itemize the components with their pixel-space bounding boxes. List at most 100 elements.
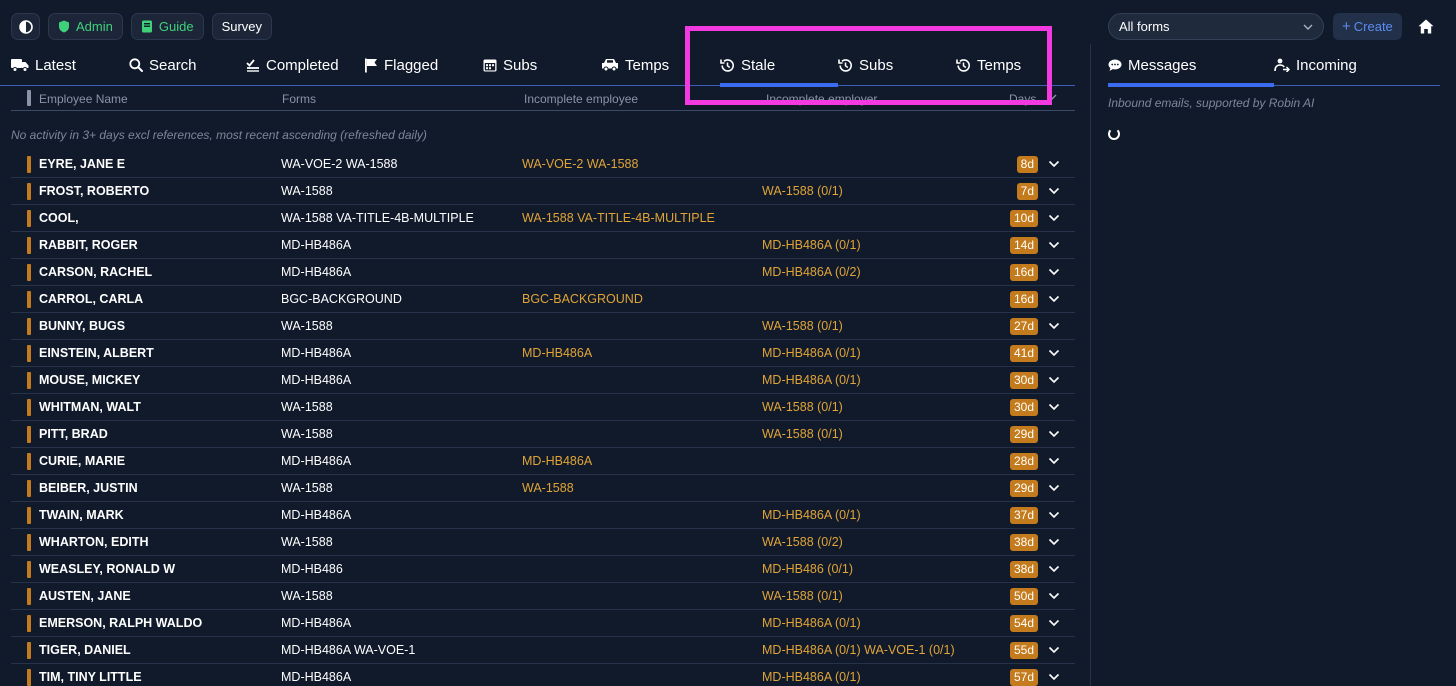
forms-cell: MD-HB486 [281, 562, 343, 576]
incoming-icon [1274, 58, 1290, 72]
expand-chevron-icon[interactable] [1047, 670, 1061, 684]
row-status-bar [27, 372, 31, 389]
expand-chevron-icon[interactable] [1047, 265, 1061, 279]
table-row[interactable]: MOUSE, MICKEY MD-HB486A MD-HB486A (0/1) 30d [11, 367, 1075, 394]
column-header-incomplete-employee[interactable]: Incomplete employee [524, 92, 638, 106]
tab-label: Subs [503, 56, 538, 74]
sort-chevron-icon[interactable] [1047, 94, 1057, 101]
days-badge: 30d [1009, 372, 1038, 389]
table-row[interactable]: BEIBER, JUSTIN WA-1588 WA-1588 29d [11, 475, 1075, 502]
incomplete-employee-cell: MD-HB486A [522, 454, 593, 468]
theme-toggle-button[interactable] [11, 13, 40, 40]
expand-chevron-icon[interactable] [1047, 292, 1061, 306]
history-icon [838, 58, 852, 72]
table-row[interactable]: EMERSON, RALPH WALDO MD-HB486A MD-HB486A (… [11, 610, 1075, 637]
employee-name: TWAIN, MARK [39, 508, 124, 522]
expand-chevron-icon[interactable] [1047, 373, 1061, 387]
incomplete-employer-cell: MD-HB486A (0/1) [762, 508, 861, 522]
table-row[interactable]: WHITMAN, WALT WA-1588 WA-1588 (0/1) 30d [11, 394, 1075, 421]
employee-name: FROST, ROBERTO [39, 184, 150, 198]
column-header-incomplete-employer[interactable]: Incomplete employer [766, 92, 877, 106]
tab-search[interactable]: Search [129, 44, 197, 86]
employee-name: BEIBER, JUSTIN [39, 481, 138, 495]
expand-chevron-icon[interactable] [1047, 184, 1061, 198]
chat-icon [1108, 59, 1122, 71]
guide-button[interactable]: Guide [130, 13, 204, 40]
column-header-forms[interactable]: Forms [282, 92, 316, 106]
expand-chevron-icon[interactable] [1047, 238, 1061, 252]
incomplete-employee-cell: BGC-BACKGROUND [522, 292, 643, 306]
table-row[interactable]: TIGER, DANIEL MD-HB486A WA-VOE-1 MD-HB486A… [11, 637, 1075, 664]
chevron-down-icon [1303, 24, 1313, 30]
incomplete-employer-cell: MD-HB486A (0/1) WA-VOE-1 (0/1) [762, 643, 955, 657]
expand-chevron-icon[interactable] [1047, 643, 1061, 657]
table-row[interactable]: CARROL, CARLA BGC-BACKGROUND BGC-BACKGROUN… [11, 286, 1075, 313]
tab-temps[interactable]: Temps [601, 44, 669, 86]
row-status-bar [27, 453, 31, 470]
employee-name: TIGER, DANIEL [39, 643, 131, 657]
form-filter-select[interactable]: All forms [1108, 13, 1324, 40]
tab-latest[interactable]: Latest [11, 44, 76, 86]
table-row[interactable]: BUNNY, BUGS WA-1588 WA-1588 (0/1) 27d [11, 313, 1075, 340]
book-icon [141, 20, 152, 33]
table-row[interactable]: TIM, TINY LITTLE MD-HB486A MD-HB486A (0/1)… [11, 664, 1075, 686]
employee-name: EINSTEIN, ALBERT [39, 346, 154, 360]
tab-flagged[interactable]: Flagged [364, 44, 438, 86]
admin-button[interactable]: Admin [48, 13, 123, 40]
expand-chevron-icon[interactable] [1047, 454, 1061, 468]
employee-table-body: EYRE, JANE E WA-VOE-2 WA-1588 WA-VOE-2 WA-… [11, 151, 1075, 686]
days-badge: 30d [1009, 399, 1038, 416]
tab-label: Subs [859, 56, 894, 74]
expand-chevron-icon[interactable] [1047, 157, 1061, 171]
tab-incoming[interactable]: Incoming [1274, 44, 1357, 86]
table-row[interactable]: TWAIN, MARK MD-HB486A MD-HB486A (0/1) 37d [11, 502, 1075, 529]
expand-chevron-icon[interactable] [1047, 508, 1061, 522]
expand-chevron-icon[interactable] [1047, 211, 1061, 225]
survey-button[interactable]: Survey [211, 13, 273, 40]
top-toolbar: Admin Guide Survey [11, 13, 273, 40]
column-header-employee-name[interactable]: Employee Name [39, 92, 128, 106]
row-status-bar [27, 588, 31, 605]
table-row[interactable]: CARSON, RACHEL MD-HB486A MD-HB486A (0/2) 16… [11, 259, 1075, 286]
tab-stale-subs[interactable]: Subs [838, 44, 893, 86]
employee-name: WHITMAN, WALT [39, 400, 141, 414]
expand-chevron-icon[interactable] [1047, 616, 1061, 630]
row-status-bar [27, 318, 31, 335]
expand-chevron-icon[interactable] [1047, 481, 1061, 495]
table-row[interactable]: CURIE, MARIE MD-HB486A MD-HB486A 28d [11, 448, 1075, 475]
tab-stale-temps[interactable]: Temps [956, 44, 1021, 86]
column-header-days[interactable]: Days [1009, 92, 1036, 106]
days-badge: 37d [1009, 507, 1038, 524]
incomplete-employer-cell: MD-HB486A (0/1) [762, 238, 861, 252]
home-button[interactable] [1415, 16, 1437, 38]
table-row[interactable]: AUSTEN, JANE WA-1588 WA-1588 (0/1) 50d [11, 583, 1075, 610]
tab-stale[interactable]: Stale [720, 44, 839, 87]
table-row[interactable]: EYRE, JANE E WA-VOE-2 WA-1588 WA-VOE-2 WA-… [11, 151, 1075, 178]
days-badge: 29d [1009, 426, 1038, 443]
expand-chevron-icon[interactable] [1047, 319, 1061, 333]
loading-spinner-icon [1108, 128, 1120, 140]
tab-messages[interactable]: Messages [1108, 44, 1275, 87]
tab-completed[interactable]: Completed [246, 44, 339, 86]
table-row[interactable]: EINSTEIN, ALBERT MD-HB486A MD-HB486A MD-HB4… [11, 340, 1075, 367]
row-status-bar [27, 399, 31, 416]
expand-chevron-icon[interactable] [1047, 562, 1061, 576]
table-row[interactable]: FROST, ROBERTO WA-1588 WA-1588 (0/1) 7d [11, 178, 1075, 205]
table-row[interactable]: WHARTON, EDITH WA-1588 WA-1588 (0/2) 38d [11, 529, 1075, 556]
right-top-controls: All forms + Create [1108, 13, 1437, 40]
expand-chevron-icon[interactable] [1047, 535, 1061, 549]
table-row[interactable]: PITT, BRAD WA-1588 WA-1588 (0/1) 29d [11, 421, 1075, 448]
create-button[interactable]: + Create [1333, 13, 1402, 40]
expand-chevron-icon[interactable] [1047, 400, 1061, 414]
expand-chevron-icon[interactable] [1047, 427, 1061, 441]
days-badge: 14d [1009, 237, 1038, 254]
incomplete-employer-cell: WA-1588 (0/1) [762, 589, 843, 603]
tab-subs[interactable]: Subs [483, 44, 537, 86]
expand-chevron-icon[interactable] [1047, 346, 1061, 360]
home-icon [1418, 19, 1434, 34]
expand-chevron-icon[interactable] [1047, 589, 1061, 603]
table-row[interactable]: COOL, WA-1588 VA-TITLE-4B-MULTIPLE WA-1588… [11, 205, 1075, 232]
table-row[interactable]: WEASLEY, RONALD W MD-HB486 MD-HB486 (0/1) 3… [11, 556, 1075, 583]
days-badge: 10d [1009, 210, 1038, 227]
table-row[interactable]: RABBIT, ROGER MD-HB486A MD-HB486A (0/1) 14d [11, 232, 1075, 259]
